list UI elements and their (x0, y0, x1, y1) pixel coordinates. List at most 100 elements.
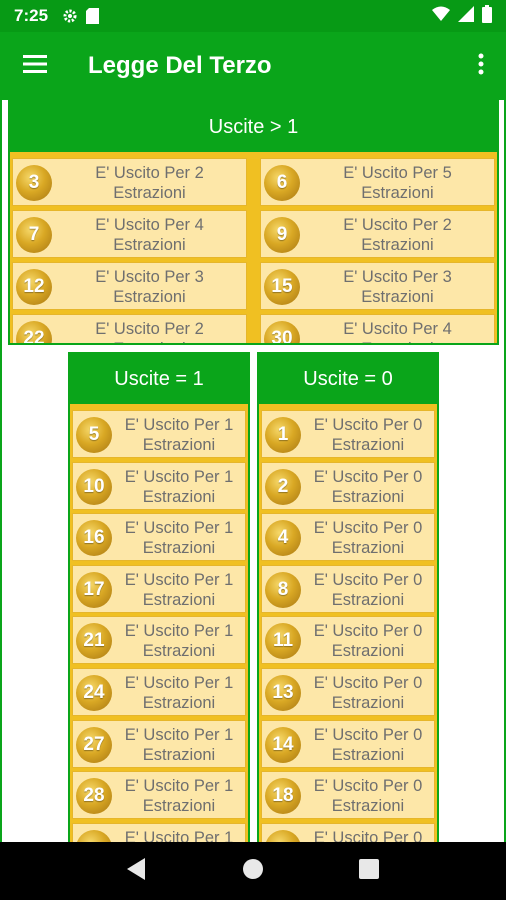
nav-home-icon[interactable] (242, 858, 264, 885)
item-text: E' Uscito Per 3 Estrazioni (305, 267, 490, 307)
item-line-1: E' Uscito Per 3 (343, 268, 452, 286)
section-uscite-more-than-one: Uscite > 1 3 E' Uscito Per 2 Estrazioni 6 E'… (8, 100, 499, 345)
list-item[interactable]: 16 E' Uscito Per 1 Estrazioni (72, 513, 246, 562)
item-text: E' Uscito Per 1Estrazioni (117, 467, 241, 507)
item-text: E' Uscito Per 3 Estrazioni (57, 267, 242, 307)
list-item[interactable]: 7 E' Uscito Per 4 Estrazioni (12, 210, 247, 258)
list-item[interactable]: 27 E' Uscito Per 1 Estrazioni (72, 719, 246, 768)
item-line-1: E' Uscito Per 0 (313, 777, 423, 796)
item-line-1: E' Uscito Per 1 (124, 467, 234, 486)
list-item[interactable]: E' Uscito Per 0Estrazioni (261, 822, 435, 842)
list-item[interactable]: 2 E' Uscito Per 0 Estrazioni (261, 461, 435, 510)
number-ball: 7 (16, 217, 52, 253)
item-line-2: Estrazioni (142, 694, 216, 712)
item-text: E' Uscito Per 0Estrazioni (306, 776, 430, 816)
list-item[interactable]: 21 E' Uscito Per 1 Estrazioni (72, 616, 246, 665)
item-line-1: E' Uscito Per 0 (313, 725, 423, 744)
list-item[interactable]: 5 E' Uscito Per 1 Estrazioni (72, 410, 246, 458)
item-line-2: Estrazioni (331, 590, 405, 609)
item-line-2: Estrazioni (142, 797, 216, 816)
list-item[interactable]: 15 E' Uscito Per 3 Estrazioni (260, 262, 495, 310)
item-text: E' Uscito Per 5 Estrazioni (305, 163, 490, 203)
menu-button[interactable] (0, 32, 70, 100)
item-line-1: E' Uscito Per 4 (95, 216, 204, 234)
item-line-1: E' Uscito Per 1 (124, 828, 234, 842)
item-text: E' Uscito Per 2 Estrazioni (305, 215, 490, 255)
item-line-1: E' Uscito Per 2 (95, 164, 204, 182)
item-line-1: E' Uscito Per 1 (124, 416, 234, 434)
item-line-2: Estrazioni (331, 694, 405, 712)
status-bar: 7:25 (0, 0, 506, 32)
item-line-1: E' Uscito Per 1 (124, 519, 234, 538)
item-text: E' Uscito Per 4Estrazioni (305, 319, 490, 343)
overflow-menu-button[interactable] (456, 32, 506, 100)
number-ball: 18 (265, 778, 301, 815)
item-text: E' Uscito Per 1 Estrazioni (117, 673, 241, 713)
list-item[interactable]: 6 E' Uscito Per 5 Estrazioni (260, 158, 495, 206)
list-item[interactable]: 14 E' Uscito Per 0 Estrazioni (261, 719, 435, 768)
number-ball: 5 (76, 417, 112, 453)
number-ball: 14 (265, 726, 301, 763)
item-text: E' Uscito Per 1Estrazioni (117, 828, 241, 842)
item-text: E' Uscito Per 1Estrazioni (117, 415, 241, 455)
item-line-2: Estrazioni (331, 745, 405, 764)
system-nav-bar (0, 842, 506, 900)
list-item[interactable]: 22E' Uscito Per 2Estrazioni (12, 314, 247, 343)
item-text: E' Uscito Per 0Estrazioni (306, 673, 430, 713)
item-line-2: Estrazioni (142, 487, 216, 506)
item-text: E' Uscito Per 0Estrazioni (306, 828, 430, 842)
list-item[interactable]: 3 E' Uscito Per 2 Estrazioni (12, 158, 247, 206)
section-uscite-equal-one: Uscite = 1 5 E' Uscito Per 1 Estrazioni 10 E… (68, 352, 250, 842)
list-item[interactable]: 10 E' Uscito Per 1 Estrazioni (72, 461, 246, 510)
nav-recents-icon[interactable] (358, 858, 379, 884)
item-text: E' Uscito Per 2 Estrazioni (57, 163, 242, 203)
list-item[interactable]: 24 E' Uscito Per 1 Estrazioni (72, 668, 246, 716)
item-line-1: E' Uscito Per 1 (124, 570, 234, 589)
number-ball: 9 (264, 217, 300, 253)
item-line-2: Estrazioni (331, 436, 405, 454)
item-line-2: Estrazioni (57, 339, 242, 343)
number-ball: 4 (265, 520, 301, 557)
list-item[interactable]: 9 E' Uscito Per 2 Estrazioni (260, 210, 495, 258)
number-ball: 16 (76, 520, 112, 557)
item-line-1: E' Uscito Per 0 (313, 828, 423, 842)
sd-card-icon (86, 8, 100, 24)
item-text: E' Uscito Per 1Estrazioni (117, 621, 241, 661)
item-line-2: Estrazioni (113, 236, 186, 254)
nav-back-icon[interactable] (127, 857, 147, 885)
number-ball: 21 (76, 623, 112, 660)
item-line-1: E' Uscito Per 0 (313, 570, 423, 589)
item-text: E' Uscito Per 4 Estrazioni (57, 215, 242, 255)
list-item[interactable]: 11 E' Uscito Per 0 Estrazioni (261, 616, 435, 665)
item-line-1: E' Uscito Per 1 (124, 777, 234, 796)
item-text: E' Uscito Per 0Estrazioni (306, 725, 430, 765)
number-ball: 15 (264, 269, 300, 305)
list-item[interactable]: 28 E' Uscito Per 1 Estrazioni (72, 771, 246, 820)
item-line-1: E' Uscito Per 0 (313, 622, 423, 641)
number-ball: 11 (265, 623, 301, 660)
wifi-icon (432, 6, 450, 27)
item-line-2: Estrazioni (331, 642, 405, 661)
list-item[interactable]: 18 E' Uscito Per 0 Estrazioni (261, 771, 435, 820)
content-scroll-area[interactable]: Uscite > 1 3 E' Uscito Per 2 Estrazioni 6 E'… (0, 100, 506, 842)
list-item[interactable]: 13 E' Uscito Per 0 Estrazioni (261, 668, 435, 716)
battery-icon (482, 4, 492, 28)
item-line-1: E' Uscito Per 1 (124, 674, 234, 692)
item-text: E' Uscito Per 0Estrazioni (306, 467, 430, 507)
list-item[interactable]: 30E' Uscito Per 4Estrazioni (260, 314, 495, 343)
number-ball: 3 (16, 165, 52, 201)
list-item[interactable]: 12 E' Uscito Per 3 Estrazioni (12, 262, 247, 310)
list-item[interactable]: 17 E' Uscito Per 1 Estrazioni (72, 564, 246, 613)
number-ball: 28 (76, 778, 112, 815)
list-item[interactable]: 8 E' Uscito Per 0 Estrazioni (261, 564, 435, 613)
status-time: 7:25 (14, 6, 49, 25)
gear-icon (62, 8, 78, 24)
list-item[interactable]: E' Uscito Per 1Estrazioni (72, 822, 246, 842)
item-line-1: E' Uscito Per 1 (124, 725, 234, 744)
number-ball (76, 829, 112, 842)
item-line-2: Estrazioni (331, 539, 405, 558)
item-text: E' Uscito Per 0 Estrazioni (306, 415, 430, 455)
item-line-1: E' Uscito Per 0 (313, 416, 423, 434)
list-item[interactable]: 4 E' Uscito Per 0 Estrazioni (261, 513, 435, 562)
list-item[interactable]: 1 E' Uscito Per 0 Estrazioni (261, 410, 435, 458)
